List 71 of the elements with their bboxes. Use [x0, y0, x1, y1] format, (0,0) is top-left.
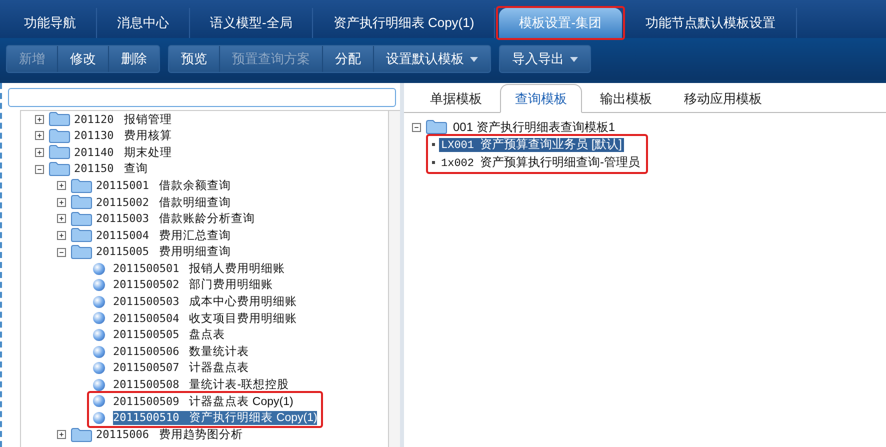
collapse-icon[interactable]	[412, 122, 421, 132]
tree-item[interactable]: 2011500503 成本中心费用明细账	[113, 295, 298, 309]
folder-icon	[71, 428, 92, 442]
tree-item[interactable]: 20115004 费用汇总查询	[96, 228, 231, 242]
folder-icon	[71, 245, 92, 260]
tree-item[interactable]: 2011500505 盘点表	[113, 328, 226, 342]
template-item[interactable]: 1x002 资产预算执行明细查询-管理员	[439, 156, 642, 170]
folder-icon	[49, 145, 70, 160]
node-icon	[93, 296, 105, 308]
node-icon	[93, 362, 105, 374]
tree-item[interactable]: 201120 报销管理	[74, 112, 172, 126]
expand-icon[interactable]	[35, 114, 44, 124]
expand-icon[interactable]	[57, 230, 66, 240]
node-icon	[93, 395, 105, 408]
node-icon	[93, 262, 105, 275]
template-tab[interactable]: 单据模板	[416, 84, 496, 112]
expand-icon[interactable]	[35, 148, 44, 157]
caret-icon	[570, 57, 578, 62]
toolbar-button[interactable]: 预览	[169, 46, 220, 72]
tree-item[interactable]: 20115001 借款余额查询	[96, 178, 231, 192]
template-tab[interactable]: 移动应用模板	[670, 84, 776, 112]
node-icon	[93, 378, 105, 391]
expand-icon[interactable]	[35, 131, 44, 140]
tree-item[interactable]: 2011500501 报销人费用明细账	[113, 262, 286, 276]
scrollbar[interactable]	[388, 111, 400, 447]
tree-item[interactable]: 20115003 借款账龄分析查询	[96, 212, 255, 226]
folder-icon	[71, 228, 92, 242]
bullet-icon	[432, 161, 435, 164]
tree-item[interactable]: 201140 期末处理	[74, 146, 172, 160]
node-icon	[93, 279, 105, 292]
toolbar-button[interactable]: 分配	[323, 46, 374, 72]
toolbar-button[interactable]: 修改	[58, 46, 109, 72]
tree-item[interactable]: 2011500506 数量统计表	[113, 344, 250, 358]
expand-icon[interactable]	[57, 198, 66, 207]
tree-item[interactable]: 2011500510 资产执行明细表 Copy(1)	[113, 411, 318, 425]
tree-item[interactable]: 2011500509 计器盘点表 Copy(1)	[113, 394, 294, 408]
tree-item[interactable]: 001 资产执行明细表查询模板1	[451, 121, 618, 134]
node-icon	[93, 346, 105, 358]
folder-icon	[71, 212, 92, 226]
template-item[interactable]: LX001 资产预算查询业务员 [默认]	[439, 138, 624, 152]
tree-item[interactable]: 2011500502 部门费用明细账	[113, 278, 274, 292]
node-icon	[93, 312, 105, 324]
tree-item[interactable]: 20115006 费用趋势图分析	[96, 428, 243, 442]
tree-item[interactable]: 201130 费用核算	[74, 129, 172, 143]
template-tab[interactable]: 查询模板	[500, 84, 582, 113]
folder-icon	[426, 120, 447, 134]
caret-icon	[470, 57, 478, 62]
expand-icon[interactable]	[57, 214, 66, 224]
tree-item[interactable]: 20115005 费用明细查询	[96, 245, 231, 259]
toolbar-button[interactable]: 设置默认模板	[374, 46, 490, 72]
search-field[interactable]	[8, 88, 396, 107]
template-tab[interactable]: 输出模板	[586, 84, 666, 112]
expand-icon[interactable]	[57, 181, 66, 190]
folder-icon	[71, 178, 92, 193]
toolbar-button[interactable]: 删除	[109, 46, 159, 72]
tree-item[interactable]: 2011500507 计器盘点表	[113, 361, 250, 375]
bullet-icon	[432, 143, 435, 146]
collapse-icon[interactable]	[57, 248, 66, 257]
node-icon	[93, 412, 105, 424]
expand-icon[interactable]	[57, 430, 66, 440]
folder-icon	[71, 195, 92, 210]
toolbar-button[interactable]: 导入导出	[500, 46, 590, 72]
tree-item[interactable]: 20115002 借款明细查询	[96, 196, 231, 210]
node-icon	[93, 329, 105, 342]
folder-icon	[49, 128, 70, 143]
folder-icon	[49, 162, 70, 176]
tree-item[interactable]: 2011500508 量统计表-联想控股	[113, 378, 290, 392]
tree-item[interactable]: 2011500504 收支项目费用明细账	[113, 312, 298, 326]
tree-item[interactable]: 201150 查询	[74, 162, 148, 176]
folder-icon	[49, 112, 70, 126]
collapse-icon[interactable]	[35, 164, 44, 174]
